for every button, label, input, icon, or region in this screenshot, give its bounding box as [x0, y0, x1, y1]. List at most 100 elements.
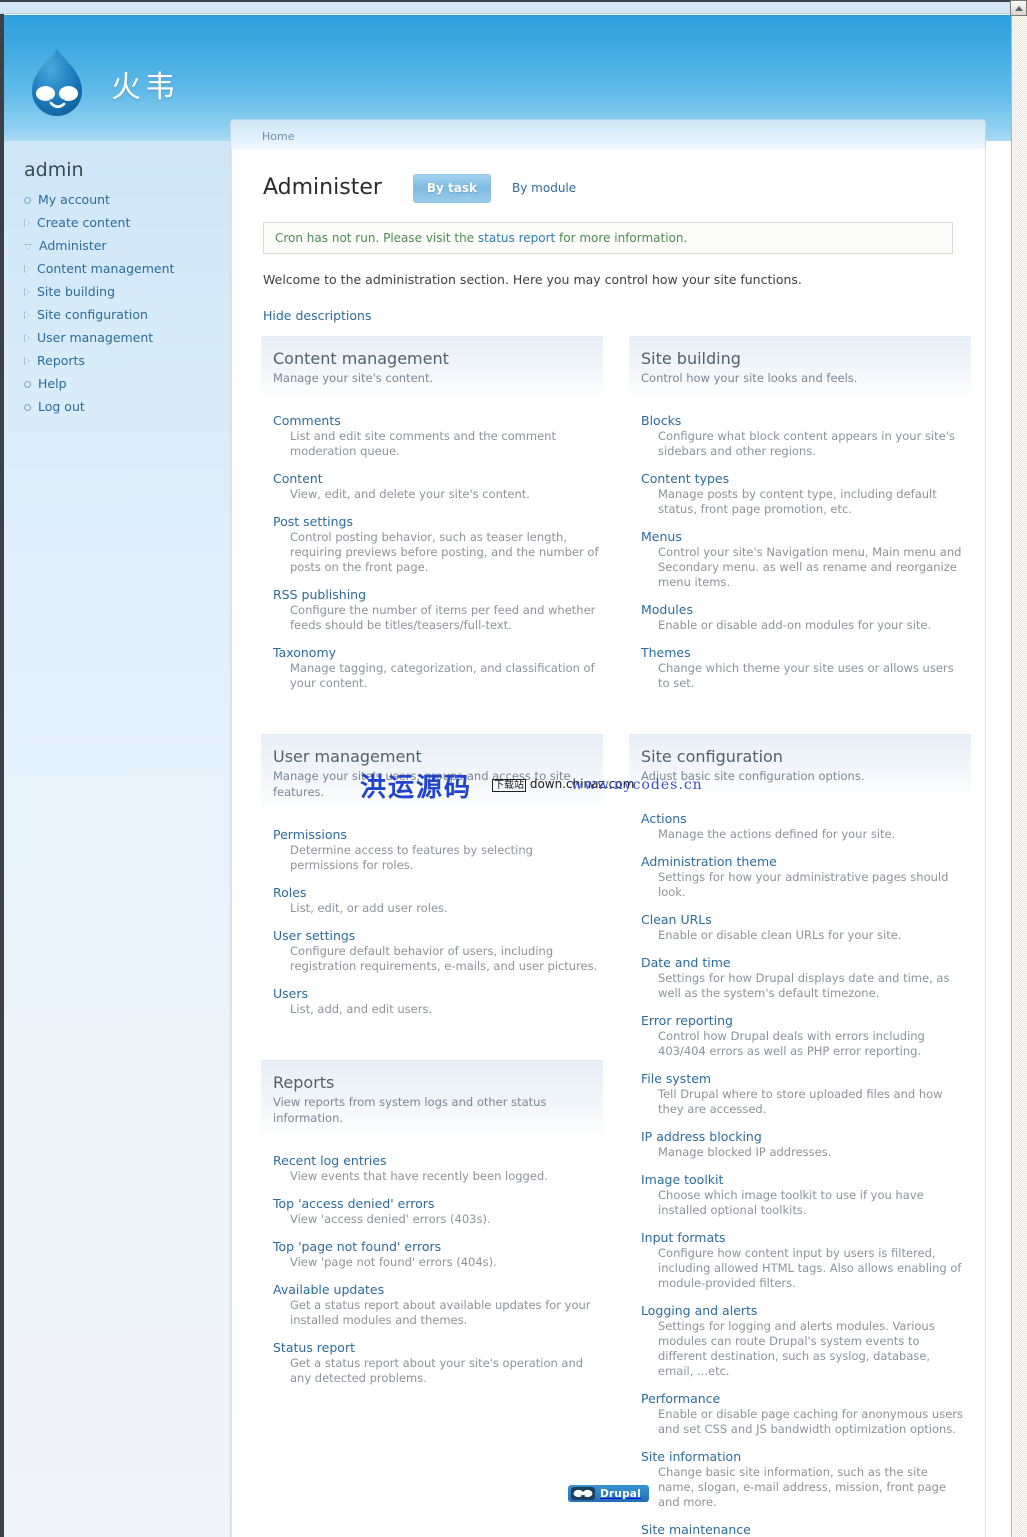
task-desc: List, edit, or add user roles. [290, 901, 448, 915]
task-link-status-report[interactable]: Status report [273, 1340, 355, 1355]
task-desc: Control how Drupal deals with errors inc… [658, 1029, 925, 1058]
admin-task-item: Site maintenance Take the site offline f… [641, 1519, 967, 1537]
task-link-error-reporting[interactable]: Error reporting [641, 1013, 733, 1028]
task-link-permissions[interactable]: Permissions [273, 827, 347, 842]
breadcrumb-home-link[interactable]: Home [262, 130, 294, 143]
task-link-modules[interactable]: Modules [641, 602, 693, 617]
task-link-actions[interactable]: Actions [641, 811, 687, 826]
sidebar-item-user-management[interactable]: User management [24, 327, 230, 350]
task-link-date-and-time[interactable]: Date and time [641, 955, 731, 970]
task-link-users[interactable]: Users [273, 986, 308, 1001]
sidebar-link-help[interactable]: Help [38, 376, 67, 392]
task-link-user-settings[interactable]: User settings [273, 928, 355, 943]
task-link-rss-publishing[interactable]: RSS publishing [273, 587, 366, 602]
sidebar-link-my-account[interactable]: My account [38, 192, 110, 208]
block-items: Permissions Determine access to features… [261, 812, 603, 1017]
task-link-input-formats[interactable]: Input formats [641, 1230, 726, 1245]
task-link-available-updates[interactable]: Available updates [273, 1282, 384, 1297]
task-link-taxonomy[interactable]: Taxonomy [273, 645, 336, 660]
task-link-clean-urls[interactable]: Clean URLs [641, 912, 712, 927]
sidebar-link-administer[interactable]: Administer [39, 238, 107, 254]
sidebar-item-log-out[interactable]: Log out [24, 396, 230, 419]
powered-by-label: Drupal [600, 1487, 641, 1500]
admin-task-item: IP address blocking Manage blocked IP ad… [641, 1126, 967, 1160]
sidebar-link-site-configuration[interactable]: Site configuration [37, 307, 148, 323]
admin-block-site-building: Site building Control how your site look… [629, 336, 971, 700]
task-link-image-toolkit[interactable]: Image toolkit [641, 1172, 723, 1187]
welcome-text: Welcome to the administration section. H… [263, 272, 802, 287]
status-report-link[interactable]: status report [478, 231, 555, 245]
view-mode-tabs: By task By module [412, 174, 589, 203]
tab-by-module[interactable]: By module [499, 175, 589, 202]
task-desc: List and edit site comments and the comm… [290, 429, 556, 458]
task-link-site-maintenance[interactable]: Site maintenance [641, 1522, 751, 1537]
task-desc: Manage the actions defined for your site… [658, 827, 896, 841]
sidebar-item-reports[interactable]: Reports [24, 350, 230, 373]
block-items: Recent log entries View events that have… [261, 1138, 603, 1386]
site-canvas: 火韦 Home admin My account Create content … [4, 15, 1011, 1537]
task-desc: Tell Drupal where to store uploaded file… [658, 1087, 943, 1116]
task-desc: View 'page not found' errors (404s). [290, 1255, 497, 1269]
task-link-top-page-not-found-errors[interactable]: Top 'page not found' errors [273, 1239, 441, 1254]
task-link-logging-and-alerts[interactable]: Logging and alerts [641, 1303, 757, 1318]
task-link-ip-address-blocking[interactable]: IP address blocking [641, 1129, 762, 1144]
sidebar-link-log-out[interactable]: Log out [38, 399, 85, 415]
admin-task-item: RSS publishing Configure the number of i… [273, 584, 599, 633]
sidebar-link-content-management[interactable]: Content management [37, 261, 174, 277]
admin-task-item: Taxonomy Manage tagging, categorization,… [273, 642, 599, 691]
sidebar-item-help[interactable]: Help [24, 373, 230, 396]
task-link-comments[interactable]: Comments [273, 413, 341, 428]
block-title: Site configuration [641, 747, 783, 766]
sidebar-link-user-management[interactable]: User management [37, 330, 153, 346]
sidebar-link-reports[interactable]: Reports [37, 353, 85, 369]
admin-block-content-management: Content management Manage your site's co… [261, 336, 603, 700]
block-header: Reports View reports from system logs an… [261, 1060, 603, 1138]
sidebar-item-administer[interactable]: Administer Content management Site build… [24, 235, 230, 396]
window-top-bar [0, 0, 1027, 14]
task-link-performance[interactable]: Performance [641, 1391, 720, 1406]
admin-task-item: Recent log entries View events that have… [273, 1150, 599, 1184]
task-link-roles[interactable]: Roles [273, 885, 306, 900]
powered-by-drupal-badge[interactable]: Drupal [568, 1485, 649, 1502]
page-scrollbar[interactable] [1011, 14, 1027, 1537]
block-header: Site building Control how your site look… [629, 336, 971, 398]
task-desc: Control your site's Navigation menu, Mai… [658, 545, 962, 589]
task-link-content-types[interactable]: Content types [641, 471, 729, 486]
block-title: Reports [273, 1073, 335, 1092]
scroll-up-arrow-icon [1014, 5, 1023, 11]
task-link-menus[interactable]: Menus [641, 529, 682, 544]
block-summary: Adjust basic site configuration options. [641, 769, 865, 783]
task-link-recent-log-entries[interactable]: Recent log entries [273, 1153, 387, 1168]
task-desc: View 'access denied' errors (403s). [290, 1212, 491, 1226]
task-desc: Manage blocked IP addresses. [658, 1145, 832, 1159]
scroll-up-button[interactable] [1010, 0, 1027, 16]
sidebar-link-create-content[interactable]: Create content [37, 215, 130, 231]
block-summary: Manage your site's users, groups and acc… [273, 769, 571, 799]
sidebar-user-title: admin [24, 159, 84, 181]
tab-by-task[interactable]: By task [412, 174, 492, 203]
task-link-file-system[interactable]: File system [641, 1071, 711, 1086]
admin-task-item: Available updates Get a status report ab… [273, 1279, 599, 1328]
admin-block-user-management: User management Manage your site's users… [261, 734, 603, 1026]
admin-task-item: Actions Manage the actions defined for y… [641, 808, 967, 842]
task-link-top-access-denied-errors[interactable]: Top 'access denied' errors [273, 1196, 434, 1211]
sidebar-item-my-account[interactable]: My account [24, 189, 230, 212]
sidebar-item-site-configuration[interactable]: Site configuration [24, 304, 230, 327]
sidebar-link-site-building[interactable]: Site building [37, 284, 115, 300]
sidebar-item-content-management[interactable]: Content management [24, 258, 230, 281]
circle-bullet-icon [24, 197, 31, 204]
task-link-administration-theme[interactable]: Administration theme [641, 854, 777, 869]
task-link-themes[interactable]: Themes [641, 645, 691, 660]
admin-task-item: Date and time Settings for how Drupal di… [641, 952, 967, 1001]
site-branding[interactable]: 火韦 [25, 46, 179, 122]
admin-task-item: Clean URLs Enable or disable clean URLs … [641, 909, 967, 943]
task-link-post-settings[interactable]: Post settings [273, 514, 353, 529]
task-link-content[interactable]: Content [273, 471, 323, 486]
chevron-right-icon [24, 288, 30, 296]
task-link-site-information[interactable]: Site information [641, 1449, 741, 1464]
toggle-descriptions-link[interactable]: Hide descriptions [263, 308, 371, 323]
sidebar-item-site-building[interactable]: Site building [24, 281, 230, 304]
block-summary: Control how your site looks and feels. [641, 371, 858, 385]
task-link-blocks[interactable]: Blocks [641, 413, 681, 428]
sidebar-item-create-content[interactable]: Create content [24, 212, 230, 235]
